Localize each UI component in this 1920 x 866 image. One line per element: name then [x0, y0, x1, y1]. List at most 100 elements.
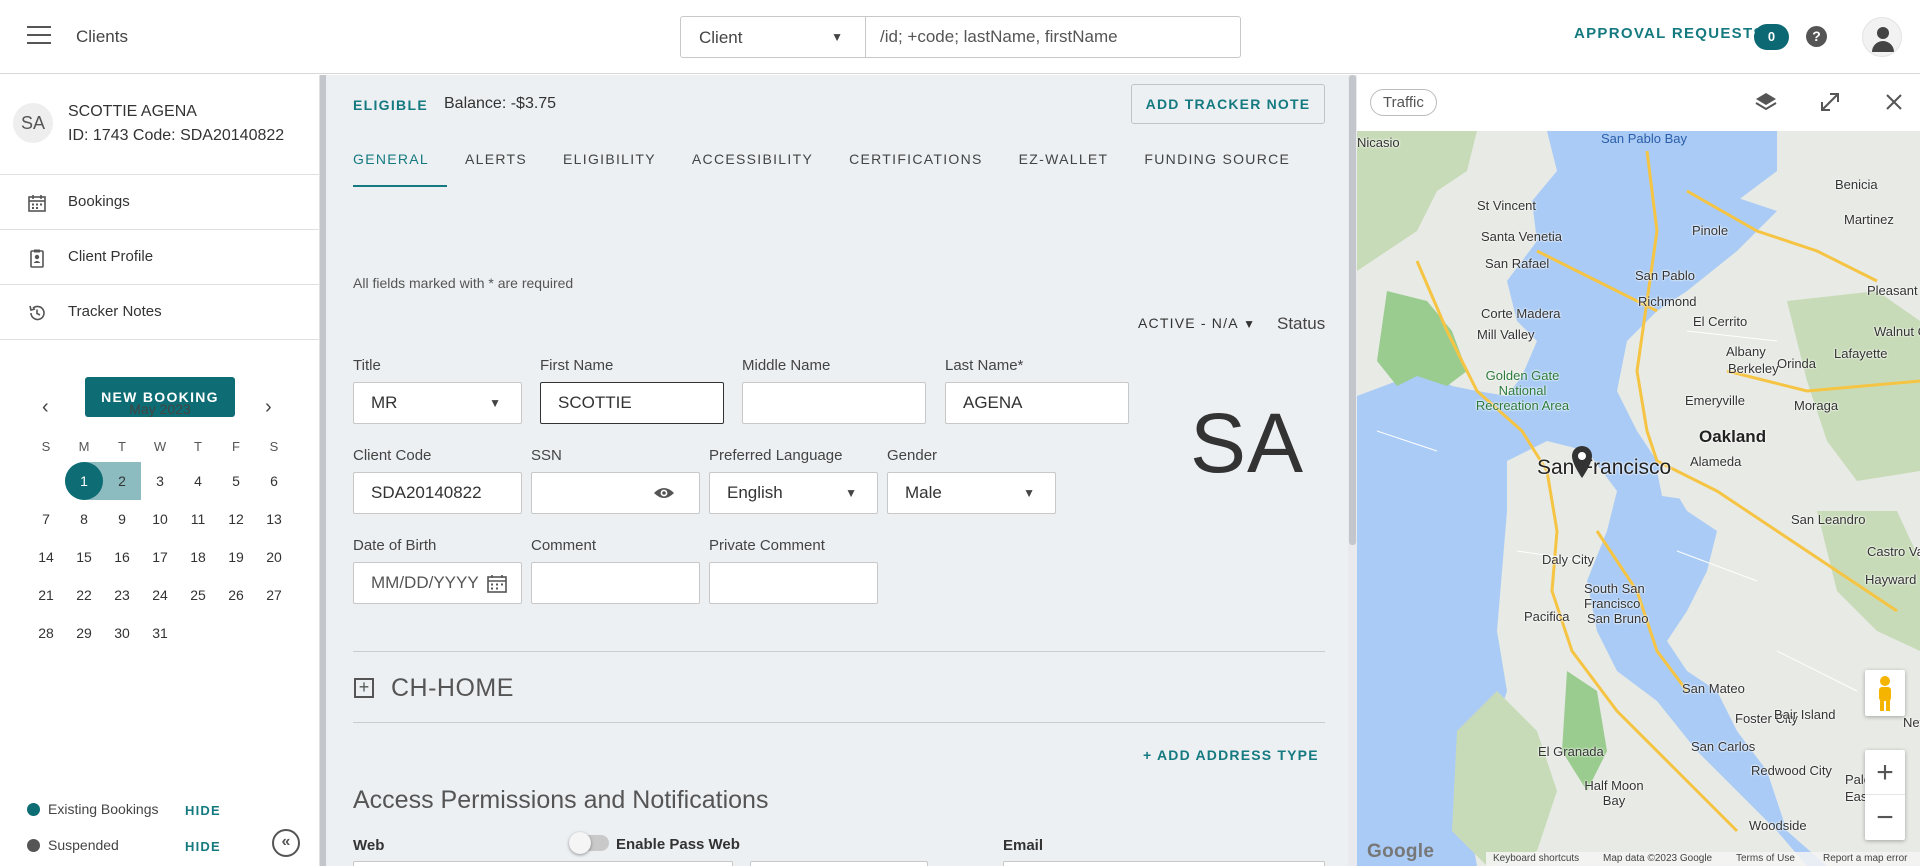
traffic-toggle-button[interactable]: Traffic — [1370, 89, 1437, 116]
map-label: Pinole — [1692, 223, 1729, 238]
street-view-pegman-icon[interactable] — [1865, 670, 1905, 716]
calendar-day[interactable]: 1 — [65, 462, 103, 500]
calendar-day[interactable]: 29 — [65, 614, 103, 652]
keyboard-shortcuts-link[interactable]: Keyboard shortcuts — [1493, 853, 1579, 864]
calendar-day[interactable]: 11 — [179, 500, 217, 538]
calendar-day[interactable]: 31 — [141, 614, 179, 652]
map-view[interactable]: Nicasio San Pablo Bay Benicia Martinez S… — [1357, 131, 1920, 866]
comment-field[interactable] — [531, 562, 700, 604]
zoom-controls: + − — [1865, 750, 1905, 840]
calendar-day[interactable]: 16 — [103, 538, 141, 576]
hamburger-menu-icon[interactable] — [27, 26, 51, 46]
client-card: SA SCOTTIE AGENA ID: 1743 Code: SDA20140… — [0, 75, 320, 175]
web-secondary-field[interactable] — [750, 861, 928, 866]
calendar-day[interactable]: 2 — [103, 462, 141, 500]
calendar-day[interactable]: 5 — [217, 462, 255, 500]
legend-suspended: Suspended — [27, 837, 119, 853]
calendar-day[interactable]: 20 — [255, 538, 293, 576]
hide-suspended-link[interactable]: HIDE — [185, 839, 221, 854]
search-type-select[interactable]: Client ▼ — [680, 16, 866, 58]
zoom-out-button[interactable]: − — [1865, 795, 1905, 840]
map-label: Orinda — [1777, 356, 1817, 371]
calendar-day[interactable]: 21 — [27, 576, 65, 614]
address-section-title: CH-HOME — [391, 674, 514, 702]
private-comment-label: Private Comment — [709, 537, 825, 554]
middle-name-field[interactable] — [742, 382, 926, 424]
calendar-day[interactable]: 28 — [27, 614, 65, 652]
terms-of-use-link[interactable]: Terms of Use — [1736, 853, 1795, 864]
weekday-label: W — [153, 439, 167, 454]
ssn-field[interactable] — [531, 472, 700, 514]
user-avatar-icon[interactable] — [1862, 17, 1902, 57]
map-label: San Pablo — [1635, 268, 1695, 283]
calendar-day[interactable]: 26 — [217, 576, 255, 614]
approval-requests-link[interactable]: APPROVAL REQUESTS — [1574, 25, 1765, 42]
tab-funding-source[interactable]: FUNDING SOURCE — [1144, 140, 1290, 187]
last-name-field[interactable]: AGENA — [945, 382, 1129, 424]
hide-existing-bookings-link[interactable]: HIDE — [185, 803, 221, 818]
enable-pass-web-toggle[interactable] — [569, 832, 609, 854]
zoom-in-button[interactable]: + — [1865, 750, 1905, 795]
calendar-day[interactable]: 14 — [27, 538, 65, 576]
status-select[interactable]: ACTIVE - N/A ▼ — [1138, 315, 1256, 331]
dob-placeholder: MM/DD/YYYY — [371, 573, 479, 592]
dob-field[interactable]: MM/DD/YYYY — [353, 562, 522, 604]
report-map-error-link[interactable]: Report a map error — [1823, 853, 1907, 864]
calendar-day[interactable]: 17 — [141, 538, 179, 576]
calendar-day[interactable]: 24 — [141, 576, 179, 614]
tab-alerts[interactable]: ALERTS — [465, 140, 527, 187]
calendar-day[interactable]: 27 — [255, 576, 293, 614]
calendar-day[interactable]: 18 — [179, 538, 217, 576]
add-address-type-button[interactable]: + ADD ADDRESS TYPE — [1143, 747, 1319, 763]
range-day-marker: 2 — [103, 462, 141, 500]
calendar-day[interactable]: 9 — [103, 500, 141, 538]
calendar-day[interactable]: 3 — [141, 462, 179, 500]
tab-certifications[interactable]: CERTIFICATIONS — [849, 140, 983, 187]
tab-ez-wallet[interactable]: EZ-WALLET — [1019, 140, 1109, 187]
calendar-day[interactable]: 12 — [217, 500, 255, 538]
calendar-icon[interactable] — [487, 574, 507, 593]
title-label: Title — [353, 357, 381, 374]
calendar-day[interactable]: 23 — [103, 576, 141, 614]
sidebar-item-tracker-notes[interactable]: Tracker Notes — [0, 285, 320, 340]
fullscreen-icon[interactable] — [1816, 88, 1844, 116]
close-icon[interactable] — [1880, 88, 1908, 116]
tab-general[interactable]: GENERAL — [353, 140, 448, 187]
tab-eligibility[interactable]: ELIGIBILITY — [563, 140, 656, 187]
email-field[interactable] — [1003, 861, 1325, 866]
calendar-day[interactable]: 6 — [255, 462, 293, 500]
calendar-day[interactable]: 25 — [179, 576, 217, 614]
calendar-day[interactable]: 7 — [27, 500, 65, 538]
preferred-language-select[interactable]: English ▼ — [709, 472, 878, 514]
title-select[interactable]: MR ▼ — [353, 382, 522, 424]
calendar-prev-icon[interactable]: ‹ — [42, 396, 49, 419]
eye-icon[interactable] — [653, 486, 675, 500]
calendar-day[interactable]: 13 — [255, 500, 293, 538]
tab-accessibility[interactable]: ACCESSIBILITY — [692, 140, 813, 187]
enable-pass-web-label: Enable Pass Web — [616, 836, 740, 853]
calendar-day[interactable]: 10 — [141, 500, 179, 538]
calendar-day[interactable]: 8 — [65, 500, 103, 538]
sidebar-item-client-profile[interactable]: Client Profile — [0, 230, 320, 285]
help-icon[interactable]: ? — [1806, 26, 1827, 47]
calendar-day[interactable]: 22 — [65, 576, 103, 614]
private-comment-field[interactable] — [709, 562, 878, 604]
gender-select[interactable]: Male ▼ — [887, 472, 1056, 514]
calendar-next-icon[interactable]: › — [265, 396, 272, 419]
add-tracker-note-button[interactable]: ADD TRACKER NOTE — [1131, 84, 1325, 124]
calendar-day[interactable]: 4 — [179, 462, 217, 500]
map-pin-icon[interactable] — [1572, 446, 1592, 478]
collapse-sidebar-icon[interactable]: « — [272, 829, 300, 857]
expand-section-icon[interactable]: + — [354, 678, 374, 698]
calendar-day[interactable]: 30 — [103, 614, 141, 652]
sidebar-item-bookings[interactable]: Bookings — [0, 175, 320, 230]
calendar-day[interactable]: 15 — [65, 538, 103, 576]
client-code-field[interactable]: SDA20140822 — [353, 472, 522, 514]
web-field[interactable] — [353, 861, 733, 866]
calendar-day[interactable]: 19 — [217, 538, 255, 576]
first-name-field[interactable]: SCOTTIE — [540, 382, 724, 424]
legend-dot-icon — [27, 803, 40, 816]
client-search-input[interactable] — [865, 16, 1241, 58]
main-scrollbar[interactable] — [1348, 75, 1357, 866]
layers-icon[interactable] — [1752, 88, 1780, 116]
